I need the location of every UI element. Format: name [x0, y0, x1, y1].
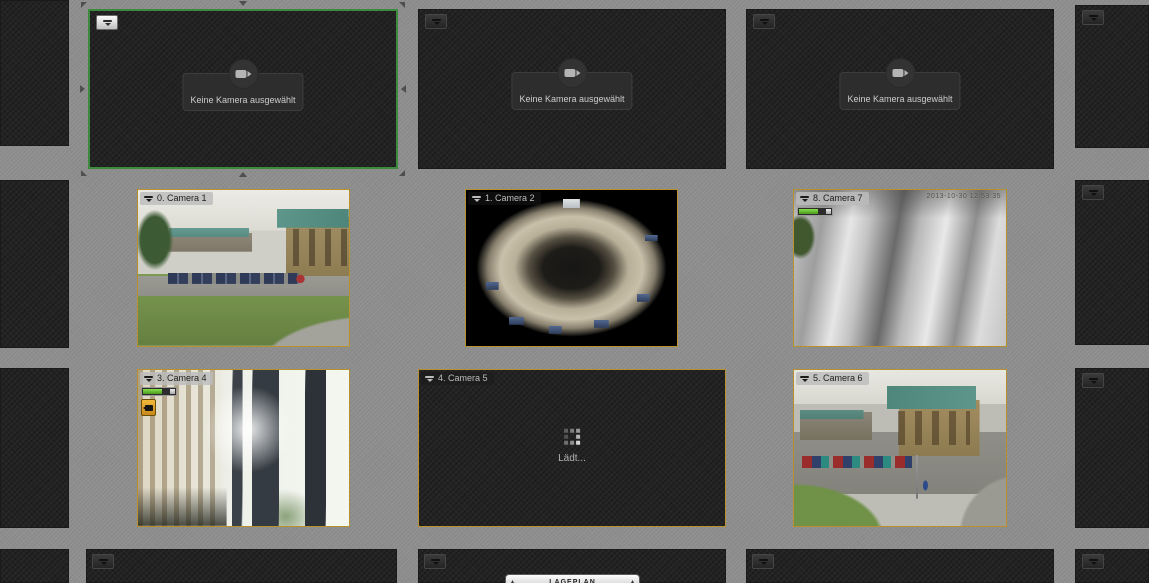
- camera-event-icon: [141, 399, 156, 416]
- camera-map-canvas: Keine Kamera ausgewählt Keine Kamera aus…: [0, 0, 1149, 583]
- resize-handle-ne[interactable]: [399, 2, 405, 8]
- camera-label: 0. Camera 1: [157, 192, 207, 205]
- camera-menu-icon[interactable]: [800, 195, 809, 202]
- camera-menu-icon: [99, 558, 108, 565]
- camera-menu-icon[interactable]: [144, 195, 153, 202]
- camera-menu-icon: [1089, 377, 1098, 384]
- resize-handle-sw[interactable]: [81, 170, 87, 176]
- camera-timestamp: 2013-10-30 12:53:35: [927, 193, 1002, 200]
- loading-spinner-icon: [564, 429, 580, 445]
- video-camera-icon: [564, 69, 580, 78]
- camera-feed-image: [466, 190, 677, 346]
- no-camera-icon-circle: [885, 58, 915, 88]
- no-camera-icon-circle: [557, 58, 587, 88]
- camera-label-bar[interactable]: 0. Camera 1: [140, 192, 213, 205]
- view-selector-value: LAGEPLAN: [549, 579, 596, 583]
- camera-tile-camera-2[interactable]: 1. Camera 2: [465, 189, 678, 347]
- camera-label: 3. Camera 4: [157, 372, 207, 385]
- no-camera-placeholder: Keine Kamera ausgewählt: [839, 72, 960, 110]
- no-camera-message: Keine Kamera ausgewählt: [519, 94, 624, 109]
- camera-menu-button[interactable]: [752, 554, 774, 569]
- resize-handle-se[interactable]: [399, 170, 405, 176]
- resize-handle-n[interactable]: [239, 1, 247, 6]
- stream-level-fill: [799, 209, 818, 214]
- camera-tile-empty-bottom-3[interactable]: [746, 549, 1054, 583]
- camera-menu-icon: [431, 558, 440, 565]
- camera-menu-icon: [432, 18, 441, 25]
- loading-text: Lädt...: [558, 453, 586, 464]
- camera-menu-button[interactable]: [753, 14, 775, 29]
- stream-level-fill: [143, 389, 162, 394]
- camera-tile-empty-left-3[interactable]: [0, 368, 69, 528]
- camera-tile-empty-right-1[interactable]: [1075, 5, 1149, 148]
- camera-tile-camera-6[interactable]: 5. Camera 6: [793, 369, 1007, 527]
- resize-handle-w[interactable]: [80, 85, 85, 93]
- stream-level-meter: [141, 387, 177, 396]
- resize-handle-e[interactable]: [401, 85, 406, 93]
- camera-tile-empty-right-3[interactable]: [1075, 368, 1149, 528]
- camera-feed-image: [794, 370, 1006, 526]
- camera-label-bar[interactable]: 3. Camera 4: [140, 372, 213, 385]
- stream-level-cap: [826, 209, 831, 214]
- camera-tile-camera-5[interactable]: 4. Camera 5 Lädt...: [418, 369, 726, 527]
- no-camera-icon-circle: [228, 59, 258, 89]
- no-camera-message: Keine Kamera ausgewählt: [847, 94, 952, 109]
- camera-label-bar[interactable]: 4. Camera 5: [421, 372, 494, 385]
- camera-tile-empty-left-4[interactable]: [0, 549, 69, 583]
- camera-menu-icon: [1089, 558, 1098, 565]
- no-camera-placeholder: Keine Kamera ausgewählt: [182, 73, 303, 111]
- no-camera-placeholder: Keine Kamera ausgewählt: [511, 72, 632, 110]
- camera-menu-button[interactable]: [1082, 554, 1104, 569]
- camera-tile-selected[interactable]: Keine Kamera ausgewählt: [88, 9, 398, 169]
- scroll-up-icon-left[interactable]: ▴: [511, 579, 514, 583]
- camera-menu-button[interactable]: [1082, 10, 1104, 25]
- camera-menu-button[interactable]: [1082, 373, 1104, 388]
- camera-label: 5. Camera 6: [813, 372, 863, 385]
- camera-menu-button[interactable]: [425, 14, 447, 29]
- view-selector[interactable]: ▴ LAGEPLAN ▴: [505, 574, 640, 583]
- video-camera-icon: [892, 69, 908, 78]
- camera-menu-button[interactable]: [96, 15, 118, 30]
- camera-menu-icon: [1089, 14, 1098, 21]
- camera-menu-button[interactable]: [424, 554, 446, 569]
- loading-indicator: Lädt...: [558, 429, 586, 464]
- video-camera-icon: [235, 70, 251, 79]
- camera-tile-empty-left-2[interactable]: [0, 180, 69, 348]
- resize-handle-nw[interactable]: [81, 2, 87, 8]
- camera-menu-icon: [103, 19, 112, 26]
- camera-label: 1. Camera 2: [485, 192, 535, 205]
- camera-label: 4. Camera 5: [438, 372, 488, 385]
- scroll-up-icon-right[interactable]: ▴: [631, 579, 634, 583]
- stream-level-cap: [170, 389, 175, 394]
- camera-menu-icon: [760, 18, 769, 25]
- camera-feed-image: [138, 190, 349, 346]
- camera-menu-icon: [759, 558, 768, 565]
- stream-level-meter: [797, 207, 833, 216]
- camera-tile-camera-1[interactable]: 0. Camera 1: [137, 189, 350, 347]
- camera-tile-camera-7[interactable]: 8. Camera 7 2013-10-30 12:53:35: [793, 189, 1007, 347]
- camera-label: 8. Camera 7: [813, 192, 863, 205]
- camera-tile-empty-bottom-1[interactable]: [86, 549, 397, 583]
- camera-label-bar[interactable]: 5. Camera 6: [796, 372, 869, 385]
- camera-tile-empty-left-1[interactable]: [0, 0, 69, 146]
- camera-menu-icon: [1089, 189, 1098, 196]
- camera-menu-icon[interactable]: [144, 375, 153, 382]
- camera-label-bar[interactable]: 1. Camera 2: [468, 192, 541, 205]
- no-camera-message: Keine Kamera ausgewählt: [190, 95, 295, 110]
- camera-tile-camera-4[interactable]: 3. Camera 4: [137, 369, 350, 527]
- camera-tile-empty-2[interactable]: Keine Kamera ausgewählt: [746, 9, 1054, 169]
- camera-tile-empty-1[interactable]: Keine Kamera ausgewählt: [418, 9, 726, 169]
- camera-tile-empty-right-4[interactable]: [1075, 549, 1149, 583]
- camera-tile-empty-right-2[interactable]: [1075, 180, 1149, 345]
- camera-menu-button[interactable]: [92, 554, 114, 569]
- camera-menu-icon[interactable]: [472, 195, 481, 202]
- camera-menu-icon[interactable]: [800, 375, 809, 382]
- camera-menu-button[interactable]: [1082, 185, 1104, 200]
- camera-menu-icon[interactable]: [425, 375, 434, 382]
- camera-label-bar[interactable]: 8. Camera 7: [796, 192, 869, 205]
- resize-handle-s[interactable]: [239, 172, 247, 177]
